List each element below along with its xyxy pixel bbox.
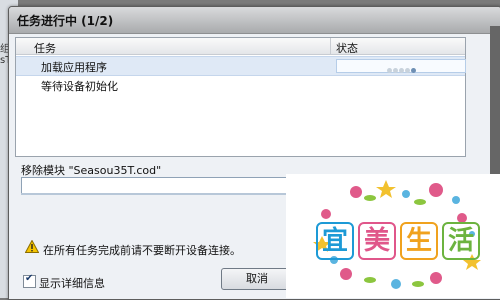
task-name: 等待设备初始化 <box>41 80 118 93</box>
show-details-checkbox[interactable] <box>23 273 36 288</box>
module-status-label: 移除模块 "Seasou35T.cod" <box>21 164 162 177</box>
show-details-label[interactable]: 显示详细信息 <box>39 275 105 291</box>
warning-triangle-icon <box>25 240 39 253</box>
task-list: 任务 状态 加载应用程序 等待设备初始化 <box>15 37 466 157</box>
column-header-task[interactable]: 任务 <box>34 40 56 56</box>
progress-dots <box>387 63 417 76</box>
task-list-header: 任务 状态 <box>16 38 465 55</box>
logo-char: 生 <box>400 222 438 260</box>
task-progress-indicator <box>336 59 466 73</box>
column-header-status[interactable]: 状态 <box>336 40 358 56</box>
column-separator[interactable] <box>330 38 331 54</box>
task-row[interactable]: 加载应用程序 <box>16 56 466 76</box>
watermark-logo: 宜 美 生 活 <box>286 174 500 298</box>
dialog-titlebar[interactable]: 任务进行中 (1/2) <box>9 7 500 34</box>
task-name: 加载应用程序 <box>41 61 107 74</box>
logo-char: 活 <box>442 222 480 260</box>
dialog-title: 任务进行中 (1/2) <box>17 14 114 28</box>
task-row[interactable]: 等待设备初始化 <box>16 76 465 94</box>
warning-message: 在所有任务完成前请不要断开设备连接。 <box>43 244 241 257</box>
cancel-button[interactable]: 取消 <box>221 268 293 290</box>
logo-char: 宜 <box>316 222 354 260</box>
logo-char: 美 <box>358 222 396 260</box>
